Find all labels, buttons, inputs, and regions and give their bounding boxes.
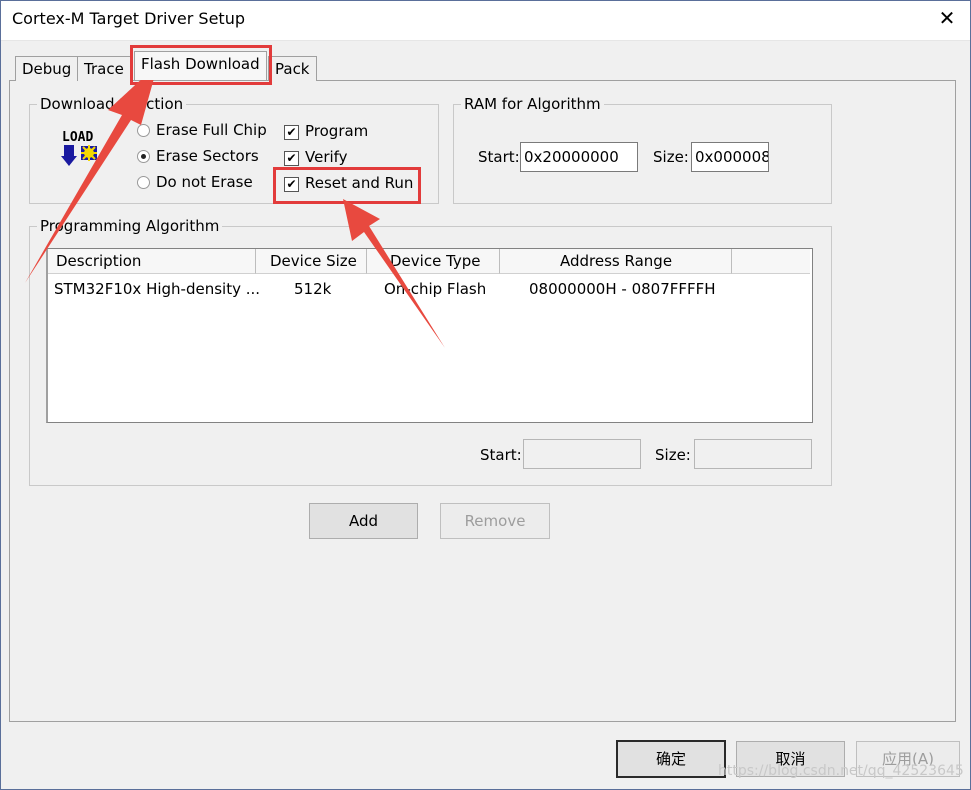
cell-description: STM32F10x High-density ... [54,280,261,298]
ram-size-input[interactable]: 0x000008 [691,142,769,172]
checkbox-program[interactable]: ✔ [284,125,299,140]
column-header-description[interactable]: Description [48,249,256,274]
load-icon: LOAD [61,128,105,170]
tab-trace[interactable]: Trace [77,56,131,81]
ram-start-input[interactable]: 0x20000000 [520,142,638,172]
column-header-device-type[interactable]: Device Type [367,249,500,274]
column-header-device-size[interactable]: Device Size [256,249,367,274]
checkbox-label-program: Program [305,122,369,140]
cell-address-range: 08000000H - 0807FFFFH [529,280,716,298]
reset-run-highlight-box [273,167,421,204]
algo-size-label: Size: [655,446,691,464]
radio-label-do-not-erase: Do not Erase [156,173,253,191]
window-title: Cortex-M Target Driver Setup [12,9,245,28]
checkbox-verify[interactable]: ✔ [284,151,299,166]
ram-size-label: Size: [653,148,689,166]
close-icon[interactable]: ✕ [937,8,957,28]
algo-size-input[interactable] [694,439,812,469]
programming-algorithm-legend: Programming Algorithm [37,217,223,235]
algo-start-input[interactable] [523,439,641,469]
column-header-address-range[interactable]: Address Range [500,249,732,274]
watermark: https://blog.csdn.net/qq_42523645 [718,763,964,779]
cell-device-type: On-chip Flash [384,280,487,298]
ok-button[interactable]: 确定 [616,740,726,778]
table-row[interactable]: STM32F10x High-density ... 512k On-chip … [48,276,810,302]
cell-device-size: 512k [294,280,332,298]
radio-label-erase-sectors: Erase Sectors [156,147,259,165]
download-function-legend: Download Function [37,95,187,113]
remove-button[interactable]: Remove [440,503,550,539]
ram-start-label: Start: [478,148,520,166]
tab-pack[interactable]: Pack [268,56,317,81]
checkbox-label-verify: Verify [305,148,348,166]
algo-start-label: Start: [480,446,522,464]
ram-legend: RAM for Algorithm [461,95,604,113]
radio-do-not-erase[interactable] [137,176,150,189]
radio-erase-sectors[interactable] [137,150,150,163]
radio-erase-full-chip[interactable] [137,124,150,137]
algorithm-list[interactable]: Description Device Size Device Type Addr… [46,248,813,423]
tab-debug[interactable]: Debug [15,56,79,81]
radio-label-erase-full-chip: Erase Full Chip [156,121,267,139]
tab-flash-download[interactable]: Flash Download [134,51,267,80]
column-header-filler [732,249,810,274]
load-icon-text: LOAD [62,130,93,145]
add-button[interactable]: Add [309,503,418,539]
